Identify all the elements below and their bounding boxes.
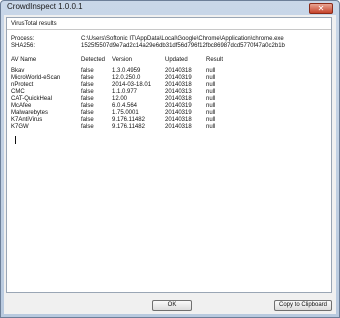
table-cell: 9.176.11482	[112, 124, 145, 130]
table-cell: false	[81, 124, 94, 130]
table-cell: 6.0.4.564	[112, 103, 138, 109]
table-cell: null	[206, 110, 216, 116]
sha256-hash: 1525f5507d9e7ad2c14a29e6db31df56d796f12f…	[81, 43, 285, 49]
table-cell: 20140318	[165, 82, 192, 88]
table-cell: false	[81, 103, 94, 109]
sha256-label: SHA256:	[11, 43, 36, 49]
table-cell: Bkav	[11, 68, 25, 74]
ok-button[interactable]: OK	[152, 300, 192, 311]
close-button[interactable]: ✕	[309, 3, 333, 14]
table-cell: false	[81, 110, 94, 116]
process-label: Process:	[11, 36, 35, 42]
results-heading: VirusTotal results	[11, 21, 57, 27]
table-cell: 12.0.250.0	[112, 75, 141, 81]
table-cell: false	[81, 82, 94, 88]
table-cell: false	[81, 96, 94, 102]
table-cell: nProtect	[11, 82, 34, 88]
column-header: Detected	[81, 57, 106, 63]
table-cell: false	[81, 68, 94, 74]
table-cell: 9.176.11482	[112, 117, 145, 123]
table-cell: null	[206, 117, 216, 123]
dialog-client-area: VirusTotal results Process: C:\Users\Sof…	[4, 15, 336, 314]
table-cell: null	[206, 75, 216, 81]
table-cell: null	[206, 124, 216, 130]
table-cell: false	[81, 75, 94, 81]
text-cursor	[15, 136, 16, 144]
results-text-area[interactable]: VirusTotal results Process: C:\Users\Sof…	[6, 17, 332, 293]
table-cell: null	[206, 89, 216, 95]
table-cell: 20140319	[165, 103, 192, 109]
table-cell: 20140318	[165, 68, 192, 74]
heading-divider	[7, 29, 331, 30]
table-cell: CMC	[11, 89, 25, 95]
crowdinspect-dialog: CrowdInspect 1.0.0.1 ✕ VirusTotal result…	[0, 0, 340, 318]
table-cell: 20140319	[165, 110, 192, 116]
table-cell: 2014-03-18.01	[112, 82, 152, 88]
table-cell: 20140319	[165, 75, 192, 81]
table-cell: 1.3.0.4959	[112, 68, 141, 74]
table-cell: K7AntiVirus	[11, 117, 43, 123]
table-cell: 12.00	[112, 96, 128, 102]
column-header: Updated	[165, 57, 188, 63]
table-cell: 20140318	[165, 117, 192, 123]
table-cell: null	[206, 68, 216, 74]
copy-to-clipboard-button[interactable]: Copy to Clipboard	[274, 300, 332, 311]
table-cell: 1.75.0001	[112, 110, 139, 116]
table-cell: false	[81, 117, 94, 123]
column-header: AV Name	[11, 57, 37, 63]
table-cell: Malwarebytes	[11, 110, 49, 116]
column-header: Result	[206, 57, 224, 63]
table-cell: 20140318	[165, 96, 192, 102]
table-cell: MicroWorld-eScan	[11, 75, 61, 81]
table-cell: null	[206, 96, 216, 102]
table-cell: CAT-QuickHeal	[11, 96, 52, 102]
title-bar[interactable]: CrowdInspect 1.0.0.1 ✕	[1, 1, 339, 15]
table-cell: null	[206, 82, 216, 88]
column-header: Version	[112, 57, 133, 63]
table-cell: 20140313	[165, 89, 192, 95]
window-title: CrowdInspect 1.0.0.1	[7, 2, 83, 11]
table-cell: null	[206, 103, 216, 109]
table-cell: 1.1.0.977	[112, 89, 138, 95]
table-cell: K7GW	[11, 124, 29, 130]
table-cell: 20140318	[165, 124, 192, 130]
table-cell: McAfee	[11, 103, 32, 109]
process-path: C:\Users\Softonic IT\AppData\Local\Googl…	[81, 36, 284, 42]
table-cell: false	[81, 89, 94, 95]
